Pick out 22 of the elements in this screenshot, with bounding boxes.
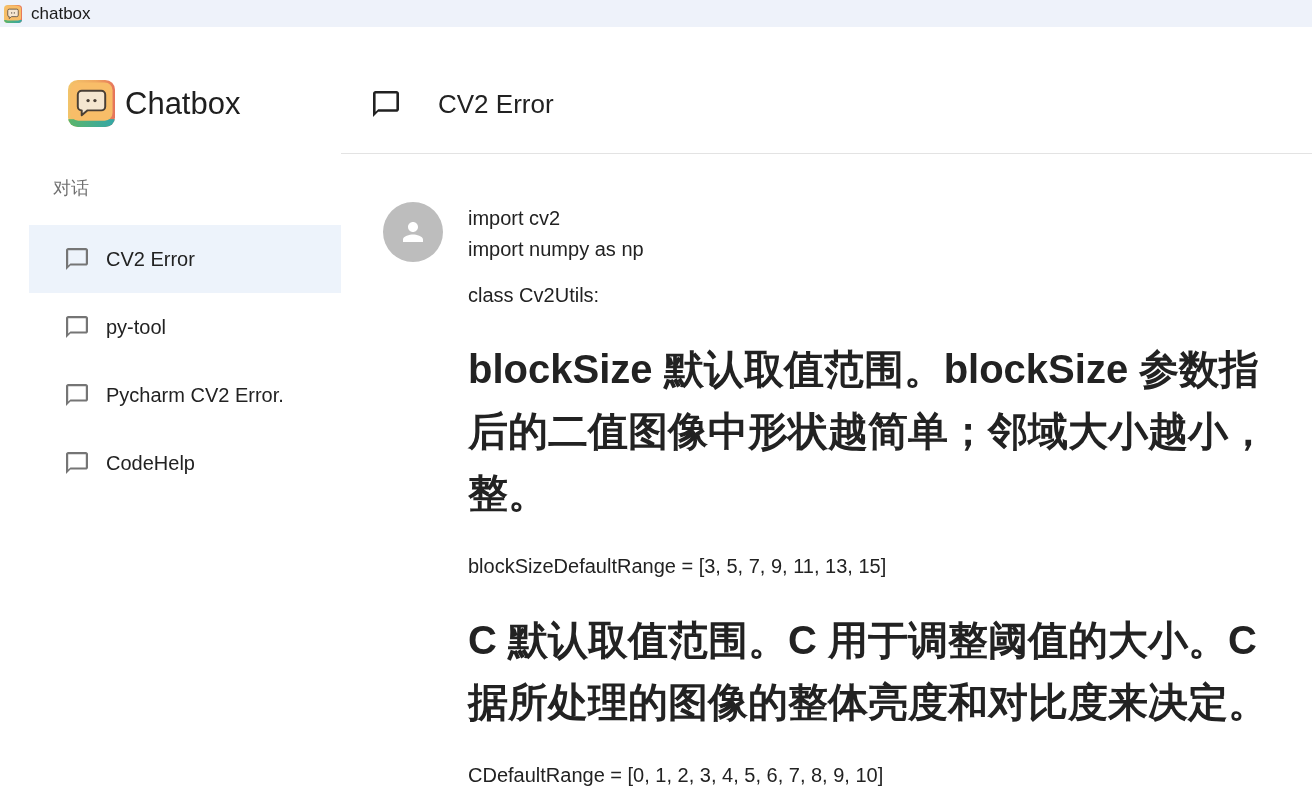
conversation-item[interactable]: CodeHelp [29, 429, 341, 497]
message-text: class Cv2Utils: [468, 283, 600, 308]
conversation-item[interactable]: CV2 Error [29, 225, 341, 293]
window-title: chatbox [31, 3, 91, 24]
message-heading: blockSize 默认取值范围。blockSize 参数指 后的二值图像中形状越简单；邻域大小越小， 整。 [468, 346, 1268, 517]
app-name: Chatbox [125, 85, 241, 122]
message-text: blockSizeDefaultRange = [3, 5, 7, 9, 11, 13, 15] [468, 554, 887, 579]
user-avatar-icon [383, 202, 443, 262]
message-heading: C 默认取值范围。C 用于调整阈值的大小。C 据所处理的图像的整体亮度和对比度来决定。 [468, 617, 1268, 726]
chat-bubble-icon [373, 91, 399, 117]
section-label: 对话 [53, 178, 89, 198]
chat-bubble-icon [66, 384, 88, 406]
conversation-item[interactable]: Pycharm CV2 Error. [29, 361, 341, 429]
chat-bubble-icon [66, 452, 88, 474]
chat-title: CV2 Error [438, 89, 554, 119]
message-text: import cv2 import numpy as np [468, 206, 644, 262]
message-text: CDefaultRange = [0, 1, 2, 3, 4, 5, 6, 7, 8, 9, 10] [468, 763, 884, 788]
app-logo-icon [4, 4, 22, 23]
chat-bubble-icon [66, 316, 88, 338]
chat-bubble-icon [66, 248, 88, 270]
app-logo-icon [68, 80, 115, 127]
conversation-item[interactable]: py-tool [29, 293, 341, 361]
